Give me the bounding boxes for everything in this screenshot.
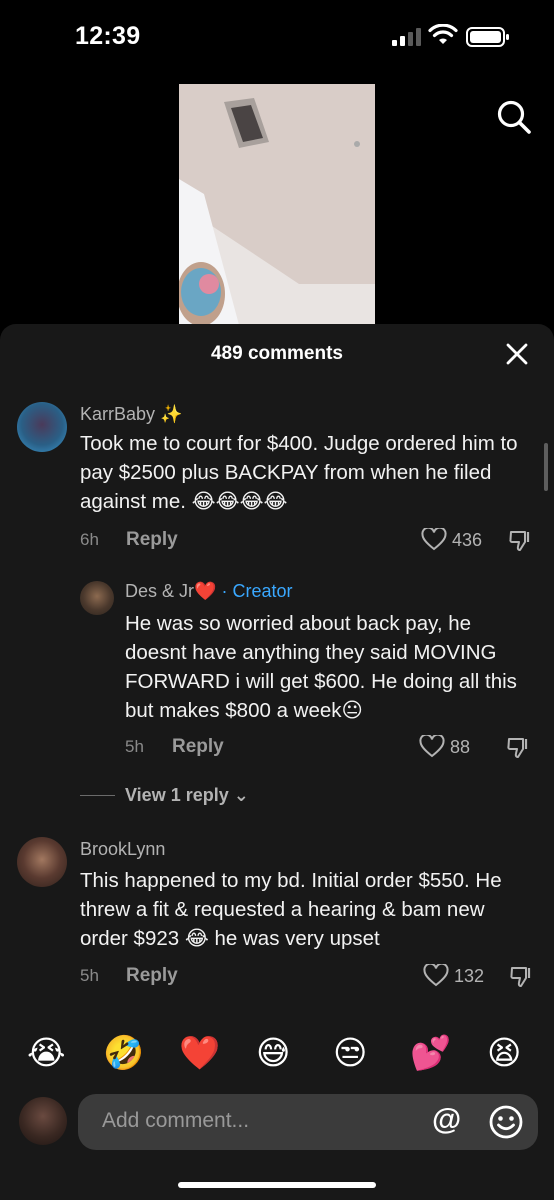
reply-button[interactable]: Reply xyxy=(126,529,178,551)
sparkles-icon: ✨ xyxy=(160,404,183,424)
scrollbar[interactable] xyxy=(544,443,548,491)
heart-icon[interactable] xyxy=(423,964,449,988)
emoji-quick-bar: 😭 🤣 ❤️ 😅 😒 💕 😫 xyxy=(0,1030,554,1080)
chevron-down-icon: ⌄ xyxy=(233,785,249,805)
like-count: 436 xyxy=(452,530,483,550)
unamused-emoji-icon[interactable]: 😒 xyxy=(333,1030,367,1076)
battery-icon xyxy=(466,27,509,47)
cellular-signal-icon xyxy=(392,28,421,46)
like-count: 88 xyxy=(450,737,471,757)
search-icon[interactable] xyxy=(495,98,533,136)
red-heart-emoji-icon[interactable]: ❤️ xyxy=(179,1030,220,1076)
comment-time: 5h xyxy=(80,966,99,985)
comment-username[interactable]: Des & Jr❤️ · Creator xyxy=(125,581,292,602)
avatar[interactable] xyxy=(17,837,67,887)
status-time: 12:39 xyxy=(75,22,141,50)
heart-icon[interactable] xyxy=(421,528,447,552)
divider xyxy=(80,795,115,796)
mention-icon[interactable]: @ xyxy=(432,1103,461,1137)
video-frame xyxy=(179,84,375,325)
close-icon[interactable] xyxy=(506,343,528,365)
reply-button[interactable]: Reply xyxy=(172,736,224,758)
heart-icon[interactable] xyxy=(419,735,445,759)
sweat-smile-emoji-icon[interactable]: 😅 xyxy=(256,1030,290,1076)
creator-badge: · Creator xyxy=(221,581,293,601)
emoji-picker-icon[interactable] xyxy=(488,1104,524,1140)
comment-time: 6h xyxy=(80,530,99,549)
loudly-crying-emoji-icon[interactable]: 😭 xyxy=(27,1030,66,1076)
view-replies-button[interactable]: View 1 reply ⌄ xyxy=(125,785,249,806)
two-hearts-emoji-icon[interactable]: 💕 xyxy=(410,1030,451,1076)
tired-face-emoji-icon[interactable]: 😫 xyxy=(487,1030,521,1076)
comment-text: This happened to my bd. Initial order $5… xyxy=(80,869,502,950)
avatar[interactable] xyxy=(17,402,67,452)
comment-username[interactable]: BrookLynn xyxy=(80,839,165,860)
status-bar: 12:39 xyxy=(0,0,554,70)
comment-text: Took me to court for $400. Judge ordered… xyxy=(80,432,518,513)
avatar[interactable] xyxy=(80,581,114,615)
dislike-icon[interactable] xyxy=(506,735,530,759)
rolling-laughing-emoji-icon[interactable]: 🤣 xyxy=(103,1030,144,1076)
comment-time: 5h xyxy=(125,737,144,756)
dislike-icon[interactable] xyxy=(509,964,533,988)
user-avatar[interactable] xyxy=(19,1097,67,1145)
reply-button[interactable]: Reply xyxy=(126,965,178,987)
video-preview[interactable] xyxy=(179,84,375,325)
comment-text: He was so worried about back pay, he doe… xyxy=(125,612,517,722)
like-count: 132 xyxy=(454,966,485,986)
dislike-icon[interactable] xyxy=(508,528,532,552)
wifi-icon xyxy=(428,24,458,44)
red-heart-icon: ❤️ xyxy=(194,581,217,601)
comments-count: 489 comments xyxy=(210,343,343,364)
comment-username[interactable]: KarrBaby ✨ xyxy=(80,404,182,425)
add-comment-placeholder[interactable]: Add comment... xyxy=(102,1109,249,1133)
home-indicator[interactable] xyxy=(178,1182,376,1188)
